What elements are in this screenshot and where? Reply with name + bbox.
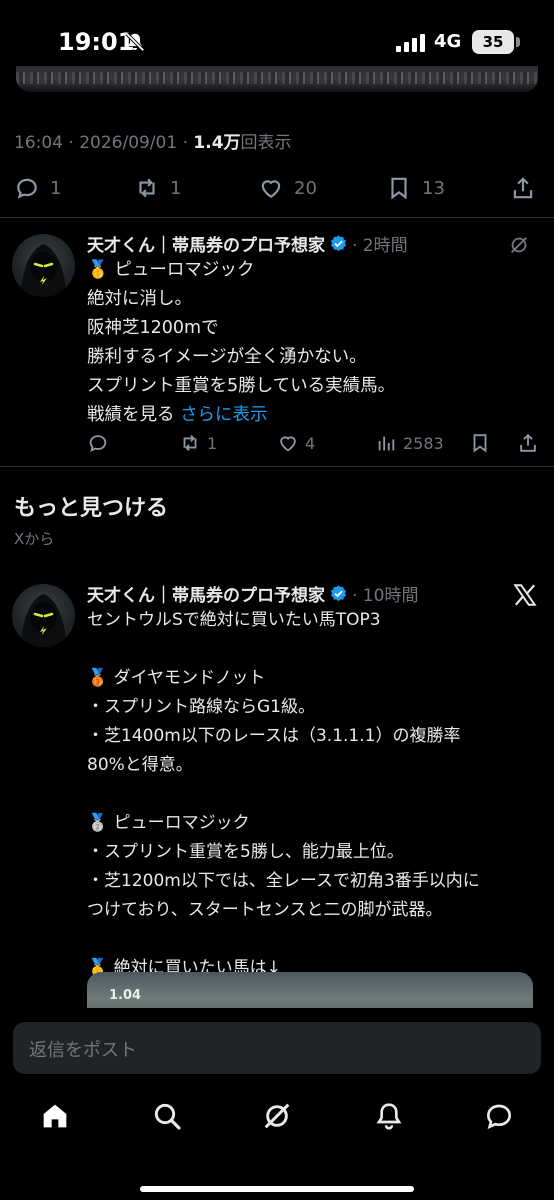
reply-button[interactable]: 1 <box>14 168 61 208</box>
search-icon <box>154 1103 181 1130</box>
verified-icon <box>330 584 347 601</box>
tweet-header: 天才くん｜帯馬券のプロ予想家 · 2時間 <box>87 230 540 256</box>
views-count: 2583 <box>403 433 444 453</box>
avatar[interactable] <box>12 584 75 647</box>
author-name[interactable]: 天才くん｜帯馬券のプロ予想家 <box>87 581 325 606</box>
tweet-timestamp: 16:04 · 2026/09/01 · <box>14 133 194 153</box>
like-count: 20 <box>294 177 317 199</box>
home-icon <box>43 1104 67 1128</box>
retweet-button[interactable]: 1 <box>179 428 217 458</box>
nav-home[interactable] <box>35 1096 75 1136</box>
tweet-header: 天才くん｜帯馬券のプロ予想家 · 10時間 <box>87 580 540 606</box>
like-count: 4 <box>305 433 316 453</box>
tweet-image-bottom[interactable] <box>16 66 538 92</box>
share-button[interactable] <box>517 428 539 458</box>
share-button[interactable] <box>510 168 536 208</box>
discover-tweet-body: 天才くん｜帯馬券のプロ予想家 · 10時間 セントウルSで絶対に買いたい馬TOP… <box>87 580 540 983</box>
retweet-button[interactable]: 1 <box>134 168 181 208</box>
bookmark-count: 13 <box>422 177 445 199</box>
show-more-link[interactable]: さらに表示 <box>180 405 268 425</box>
tweet-text: セントウルSで絶対に買いたい馬TOP3 🥉 ダイヤモンドノット ・スプリント路線… <box>87 610 480 978</box>
bookmark-icon <box>391 177 407 200</box>
tweet-time: · 10時間 <box>352 585 419 606</box>
divider <box>0 217 554 218</box>
tweet-time: · 2時間 <box>352 235 408 256</box>
reply-icon <box>89 435 107 452</box>
share-icon <box>520 433 536 452</box>
avatar-hooded-figure <box>20 244 67 297</box>
divider <box>0 466 554 467</box>
reply-input[interactable]: 返信をポスト <box>13 1022 541 1074</box>
bookmark-icon <box>473 434 487 453</box>
tweet-meta: 16:04 · 2026/09/01 · 1.4万回表示 <box>14 128 292 153</box>
retweet-icon <box>183 435 197 451</box>
bottom-area: 返信をポスト <box>0 1008 554 1200</box>
status-time: 19:01 <box>58 28 135 56</box>
signal-icon <box>396 34 425 52</box>
share-icon <box>513 177 533 199</box>
bookmark-button[interactable]: 13 <box>386 168 445 208</box>
reply-count: 1 <box>50 177 62 199</box>
nav-messages[interactable] <box>479 1096 519 1136</box>
notifications-icon <box>376 1103 402 1130</box>
like-button[interactable]: 4 <box>277 428 315 458</box>
tweet-text-content: 🥇 ピューロマジック 絶対に消し。 阪神芝1200mで 勝利するイメージが全く湧… <box>87 260 396 425</box>
home-indicator <box>140 1186 414 1192</box>
discover-subtitle: Xから <box>14 530 55 548</box>
tweet-text: 🥇 ピューロマジック 絶対に消し。 阪神芝1200mで 勝利するイメージが全く湧… <box>87 256 540 430</box>
verified-icon <box>330 234 347 251</box>
avatar-hooded-figure <box>20 594 67 647</box>
grok-icon <box>264 1103 290 1129</box>
retweet-count: 1 <box>170 177 182 199</box>
bell-off-icon <box>125 32 145 52</box>
nav-search[interactable] <box>147 1096 187 1136</box>
views-label: 回表示 <box>240 133 292 153</box>
nav-notifications[interactable] <box>369 1096 409 1136</box>
like-button[interactable]: 20 <box>258 168 317 208</box>
battery-cap <box>516 37 520 47</box>
bottom-nav <box>0 1096 554 1136</box>
reply-icon <box>17 178 37 199</box>
retweet-count: 1 <box>207 433 218 453</box>
reply-placeholder: 返信をポスト <box>29 1040 137 1061</box>
battery-level: 35 <box>472 30 514 54</box>
reply-tweet-actions: 1 4 2583 <box>87 428 542 458</box>
avatar[interactable] <box>12 234 75 297</box>
reply-button[interactable] <box>87 428 115 458</box>
bookmark-button[interactable] <box>469 428 491 458</box>
like-icon <box>261 180 281 198</box>
views-icon <box>378 436 395 451</box>
focused-tweet-actions: 1 1 20 13 <box>0 168 554 208</box>
media-label: 1.04 <box>109 988 142 1003</box>
nav-grok[interactable] <box>257 1096 297 1136</box>
discover-title: もっと見つける <box>14 496 169 521</box>
views-button[interactable]: 2583 <box>375 428 444 458</box>
reply-tweet-body: 天才くん｜帯馬券のプロ予想家 · 2時間 🥇 ピューロマジック 絶対に消し。 阪… <box>87 230 540 430</box>
author-name[interactable]: 天才くん｜帯馬券のプロ予想家 <box>87 231 325 256</box>
views-count: 1.4万 <box>193 133 241 153</box>
like-icon <box>280 436 296 452</box>
network-type: 4G <box>434 31 462 52</box>
messages-icon <box>486 1104 512 1130</box>
retweet-icon <box>139 178 155 198</box>
